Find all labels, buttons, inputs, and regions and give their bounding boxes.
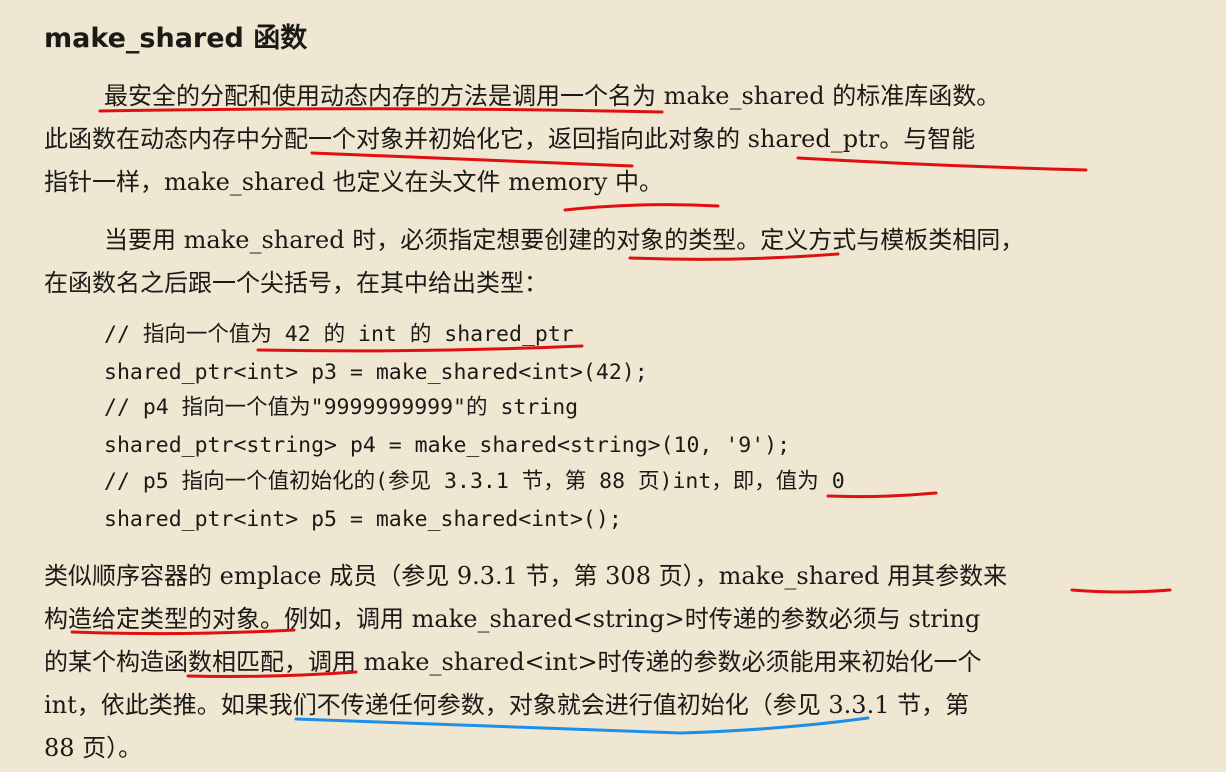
paragraph-1-line-1: 最安全的分配和使用动态内存的方法是调用一个名为 make_shared 的标准库… [104, 82, 1001, 110]
paragraph-3-line-5: 88 页）。 [44, 734, 143, 762]
paragraph-3-line-3: 的某个构造函数相匹配，调用 make_shared<int>时传递的参数必须能用… [44, 648, 982, 676]
section-heading: make_shared 函数 [44, 23, 308, 54]
paragraph-3-line-1: 类似顺序容器的 emplace 成员（参见 9.3.1 节，第 308 页），m… [44, 562, 1008, 590]
paragraph-3-line-4: int，依此类推。如果我们不传递任何参数，对象就会进行值初始化（参见 3.3.1… [44, 691, 970, 719]
red-underline [563, 203, 720, 212]
paragraph-1-line-3: 指针一样，make_shared 也定义在头文件 memory 中。 [44, 168, 664, 196]
code-line-p3: shared_ptr<int> p3 = make_shared<int>(42… [104, 360, 648, 385]
paragraph-1-line-2: 此函数在动态内存中分配一个对象并初始化它，返回指向此对象的 shared_ptr… [44, 125, 976, 153]
code-comment-p3: // 指向一个值为 42 的 int 的 shared_ptr [104, 322, 574, 347]
code-comment-p4: // p4 指向一个值为"9999999999"的 string [104, 395, 579, 420]
paragraph-2-line-2: 在函数名之后跟一个尖括号，在其中给出类型： [44, 269, 548, 297]
book-page: make_shared 函数 最安全的分配和使用动态内存的方法是调用一个名为 m… [0, 0, 1226, 772]
code-comment-p5: // p5 指向一个值初始化的(参见 3.3.1 节，第 88 页)int，即，… [104, 469, 845, 494]
paragraph-3-line-2: 构造给定类型的对象。例如，调用 make_shared<string>时传递的参… [44, 605, 981, 633]
code-line-p5: shared_ptr<int> p5 = make_shared<int>(); [104, 507, 622, 532]
code-line-p4: shared_ptr<string> p4 = make_shared<stri… [104, 433, 791, 458]
paragraph-2-line-1: 当要用 make_shared 时，必须指定想要创建的对象的类型。定义方式与模板… [104, 226, 1025, 254]
